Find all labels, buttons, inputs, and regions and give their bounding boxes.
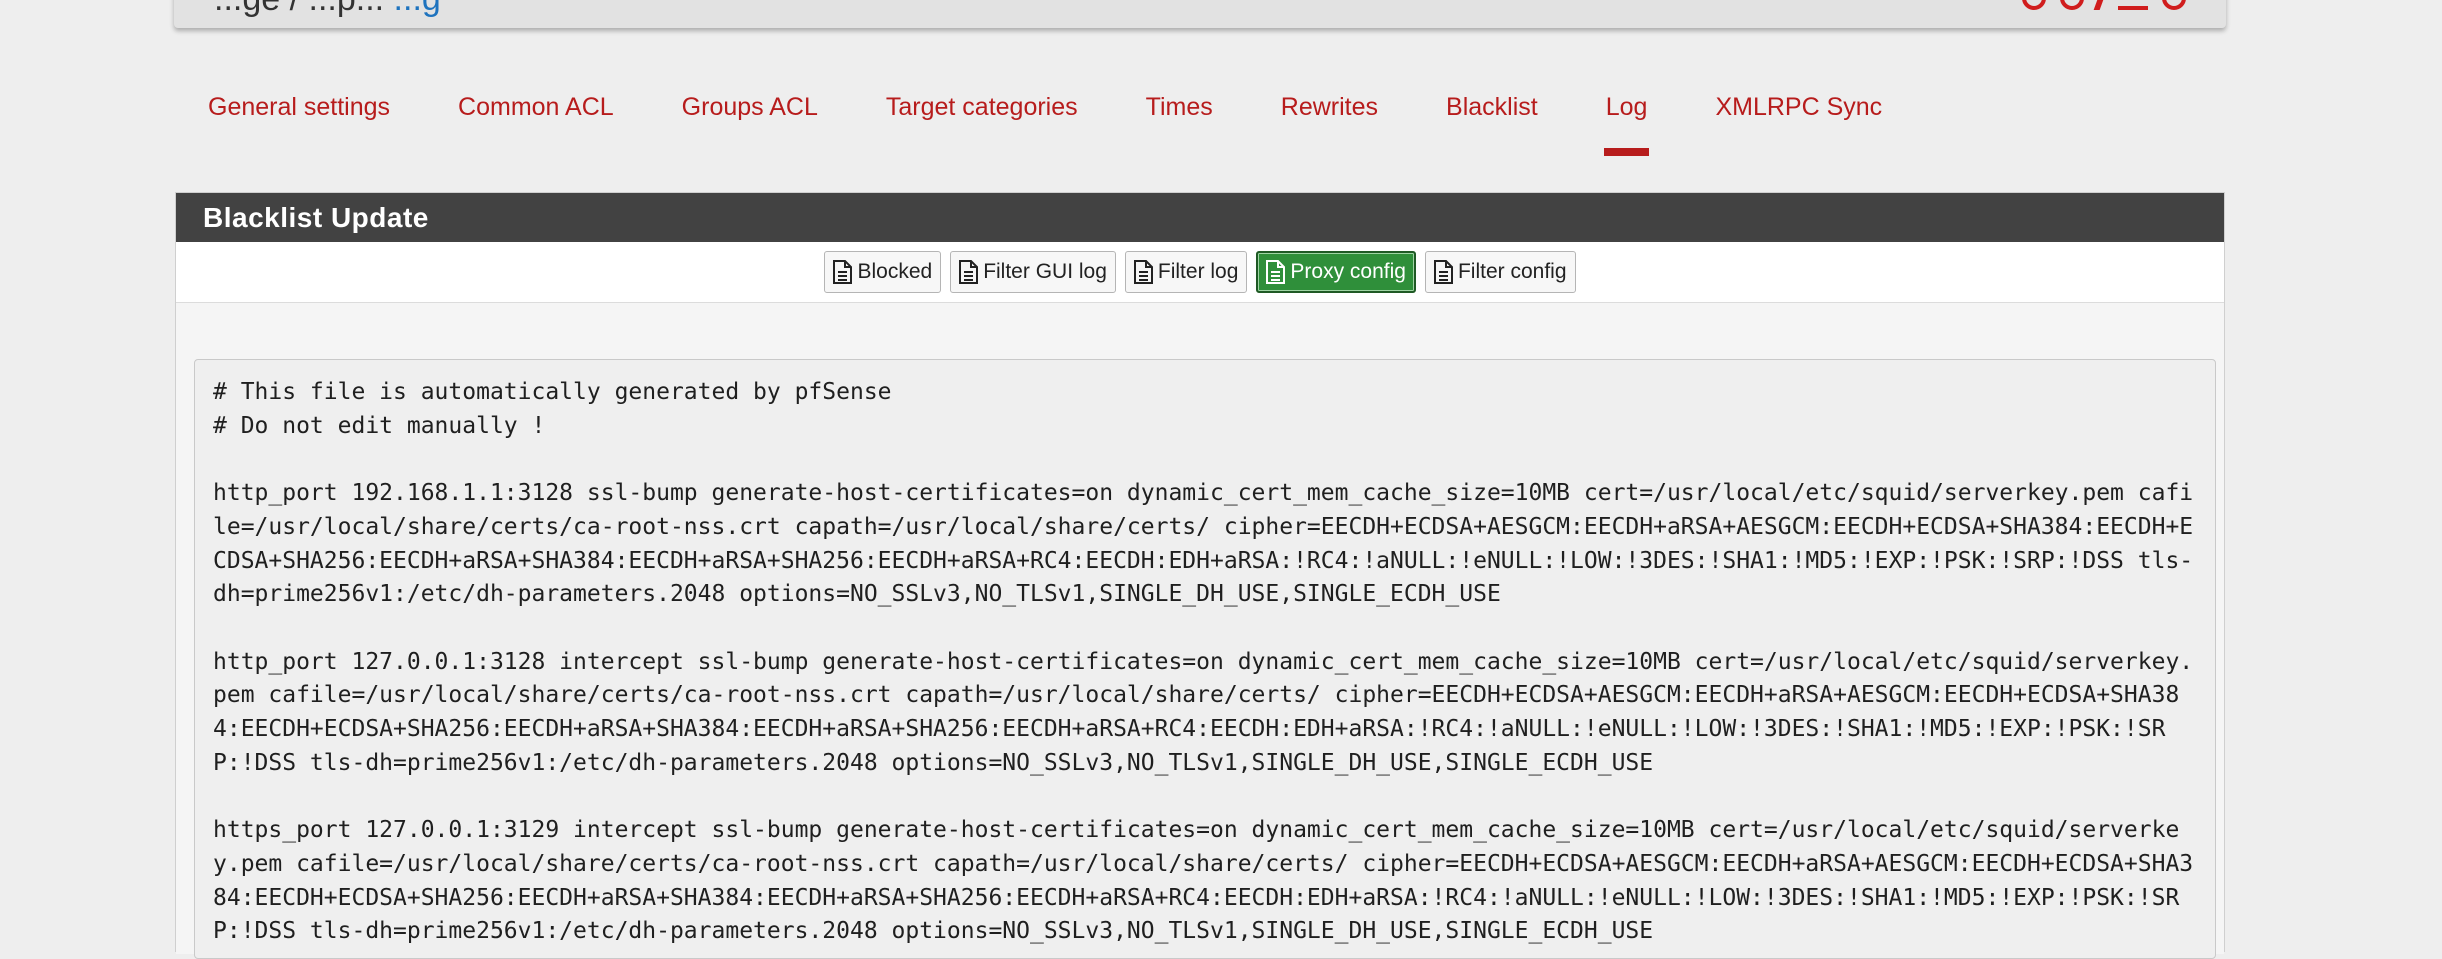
log-line: # Do not edit manually ! [213,412,546,439]
blocked-button[interactable]: Blocked [824,251,942,293]
tab-xmlrpc-sync[interactable]: XMLRPC Sync [1681,76,1916,156]
breadcrumb: ...ge / ...p... ...g [214,0,441,19]
blacklist-update-panel: Blacklist Update Blocked Filter GUI log [175,192,2225,959]
panel-body: # This file is automatically generated b… [176,303,2224,959]
panel-title: Blacklist Update [176,193,2224,242]
file-text-icon [1266,260,1286,284]
tab-general-settings[interactable]: General settings [174,76,424,156]
log-line: https_port 127.0.0.1:3129 intercept ssl-… [213,817,2194,945]
top-navbar: ...ge / ...p... ...g [174,0,2226,28]
list-icon[interactable] [2118,0,2148,10]
proxy-config-button-label: Proxy config [1290,260,1406,283]
tab-times[interactable]: Times [1112,76,1247,156]
file-text-icon [833,260,853,284]
filter-log-button[interactable]: Filter log [1124,251,1248,293]
edit-icon[interactable] [2093,0,2109,10]
log-button-bar: Blocked Filter GUI log Filter log Proxy … [176,242,2224,303]
filter-config-button-label: Filter config [1457,260,1567,283]
tab-rewrites[interactable]: Rewrites [1247,76,1412,156]
breadcrumb-text: ...ge / ...p... [214,0,384,18]
filter-gui-log-button[interactable]: Filter GUI log [950,251,1116,293]
filter-config-button[interactable]: Filter config [1424,251,1576,293]
file-text-icon [1133,260,1153,284]
logout-icon[interactable] [2162,0,2186,10]
status-icon[interactable] [2060,0,2084,10]
proxy-config-button[interactable]: Proxy config [1256,251,1416,293]
log-line: # This file is automatically generated b… [213,379,892,405]
tab-log[interactable]: Log [1572,76,1682,156]
help-icon[interactable] [2022,0,2046,10]
tab-bar: General settings Common ACL Groups ACL T… [174,76,1916,156]
filter-log-button-label: Filter log [1157,260,1239,283]
tab-groups-acl[interactable]: Groups ACL [648,76,852,156]
tab-target-categories[interactable]: Target categories [852,76,1112,156]
breadcrumb-link[interactable]: ...g [394,0,441,18]
filter-gui-log-button-label: Filter GUI log [983,260,1107,283]
tab-common-acl[interactable]: Common ACL [424,76,648,156]
blocked-button-label: Blocked [857,260,933,283]
tab-blacklist[interactable]: Blacklist [1412,76,1572,156]
log-line: http_port 127.0.0.1:3128 intercept ssl-b… [213,648,2194,776]
log-line: http_port 192.168.1.1:3128 ssl-bump gene… [213,480,2194,608]
config-log-textarea[interactable]: # This file is automatically generated b… [194,359,2216,959]
file-text-icon [959,260,979,284]
header-icons [2022,0,2186,10]
file-text-icon [1433,260,1453,284]
